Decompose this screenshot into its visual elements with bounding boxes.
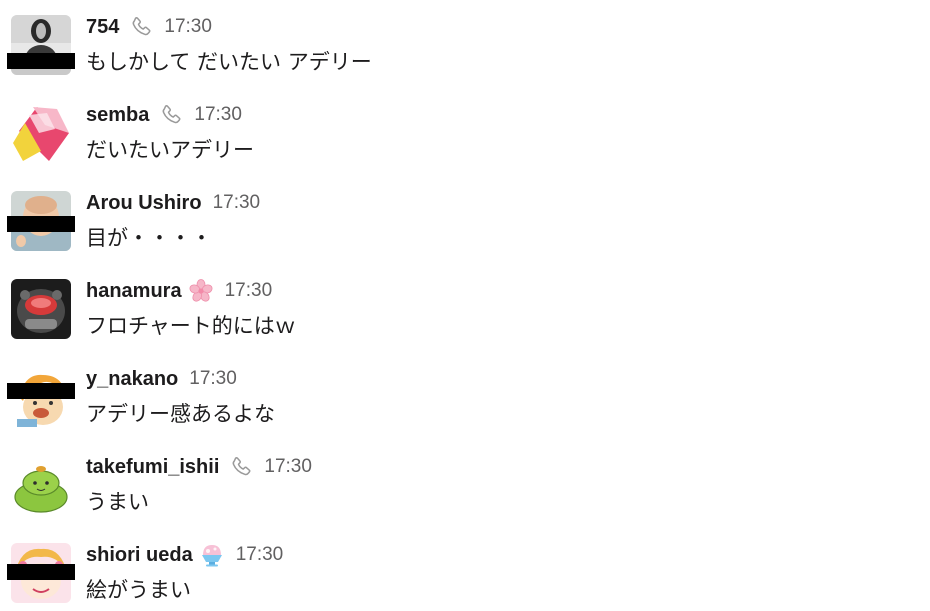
message-row: Arou Ushiro 17:30 目が・・・・: [0, 176, 930, 264]
avatar[interactable]: [11, 455, 71, 515]
message-row: y_nakano 17:30 アデリー感あるよな: [0, 352, 930, 440]
message-text: 目が・・・・: [86, 226, 212, 250]
censor-bar: [7, 383, 75, 399]
message-text: もしかして だいたい アデリー: [86, 50, 372, 74]
phone-icon: [129, 15, 153, 39]
avatar-image: [11, 279, 71, 339]
phone-icon: [159, 103, 183, 127]
timestamp[interactable]: 17:30: [213, 192, 261, 214]
author-name[interactable]: shiori ueda: [86, 544, 193, 567]
shaved-ice-icon: [199, 542, 225, 568]
message-header: shiori ueda 17:30: [86, 542, 283, 568]
message-text: フロチャート的にはｗ: [86, 314, 296, 338]
censor-bar: [7, 564, 75, 580]
censor-bar: [7, 53, 75, 69]
phone-icon: [229, 455, 253, 479]
message-header: hanamura 17:30: [86, 278, 272, 304]
author-name[interactable]: hanamura: [86, 280, 182, 303]
message-row: shiori ueda 17:30 絵がうまい: [0, 528, 930, 611]
message-row: semba 17:30 だいたいアデリー: [0, 88, 930, 176]
timestamp[interactable]: 17:30: [264, 456, 312, 478]
message-header: 754 17:30: [86, 14, 212, 40]
message-text: 絵がうまい: [86, 578, 191, 602]
censor-bar: [7, 216, 75, 232]
avatar[interactable]: [11, 103, 71, 163]
avatar-image: [11, 103, 71, 163]
cherry-blossom-icon: [188, 278, 214, 304]
message-header: takefumi_ishii 17:30: [86, 454, 312, 480]
timestamp[interactable]: 17:30: [236, 544, 284, 566]
message-row: takefumi_ishii 17:30 うまい: [0, 440, 930, 528]
timestamp[interactable]: 17:30: [189, 368, 237, 390]
message-text: アデリー感あるよな: [86, 402, 275, 426]
author-name[interactable]: Arou Ushiro: [86, 192, 202, 215]
avatar-image: [11, 455, 71, 515]
author-name[interactable]: takefumi_ishii: [86, 456, 219, 479]
message-header: Arou Ushiro 17:30: [86, 190, 260, 216]
author-name[interactable]: semba: [86, 104, 149, 127]
message-header: semba 17:30: [86, 102, 242, 128]
avatar[interactable]: [11, 279, 71, 339]
timestamp[interactable]: 17:30: [225, 280, 273, 302]
message-text: うまい: [86, 490, 149, 514]
timestamp[interactable]: 17:30: [194, 104, 242, 126]
message-header: y_nakano 17:30: [86, 366, 237, 392]
author-name[interactable]: 754: [86, 16, 119, 39]
message-row: hanamura 17:30 フロチャート的にはｗ: [0, 264, 930, 352]
author-name[interactable]: y_nakano: [86, 368, 178, 391]
timestamp[interactable]: 17:30: [164, 16, 212, 38]
message-row: 754 17:30 もしかして だいたい アデリー: [0, 0, 930, 88]
message-text: だいたいアデリー: [86, 138, 254, 162]
